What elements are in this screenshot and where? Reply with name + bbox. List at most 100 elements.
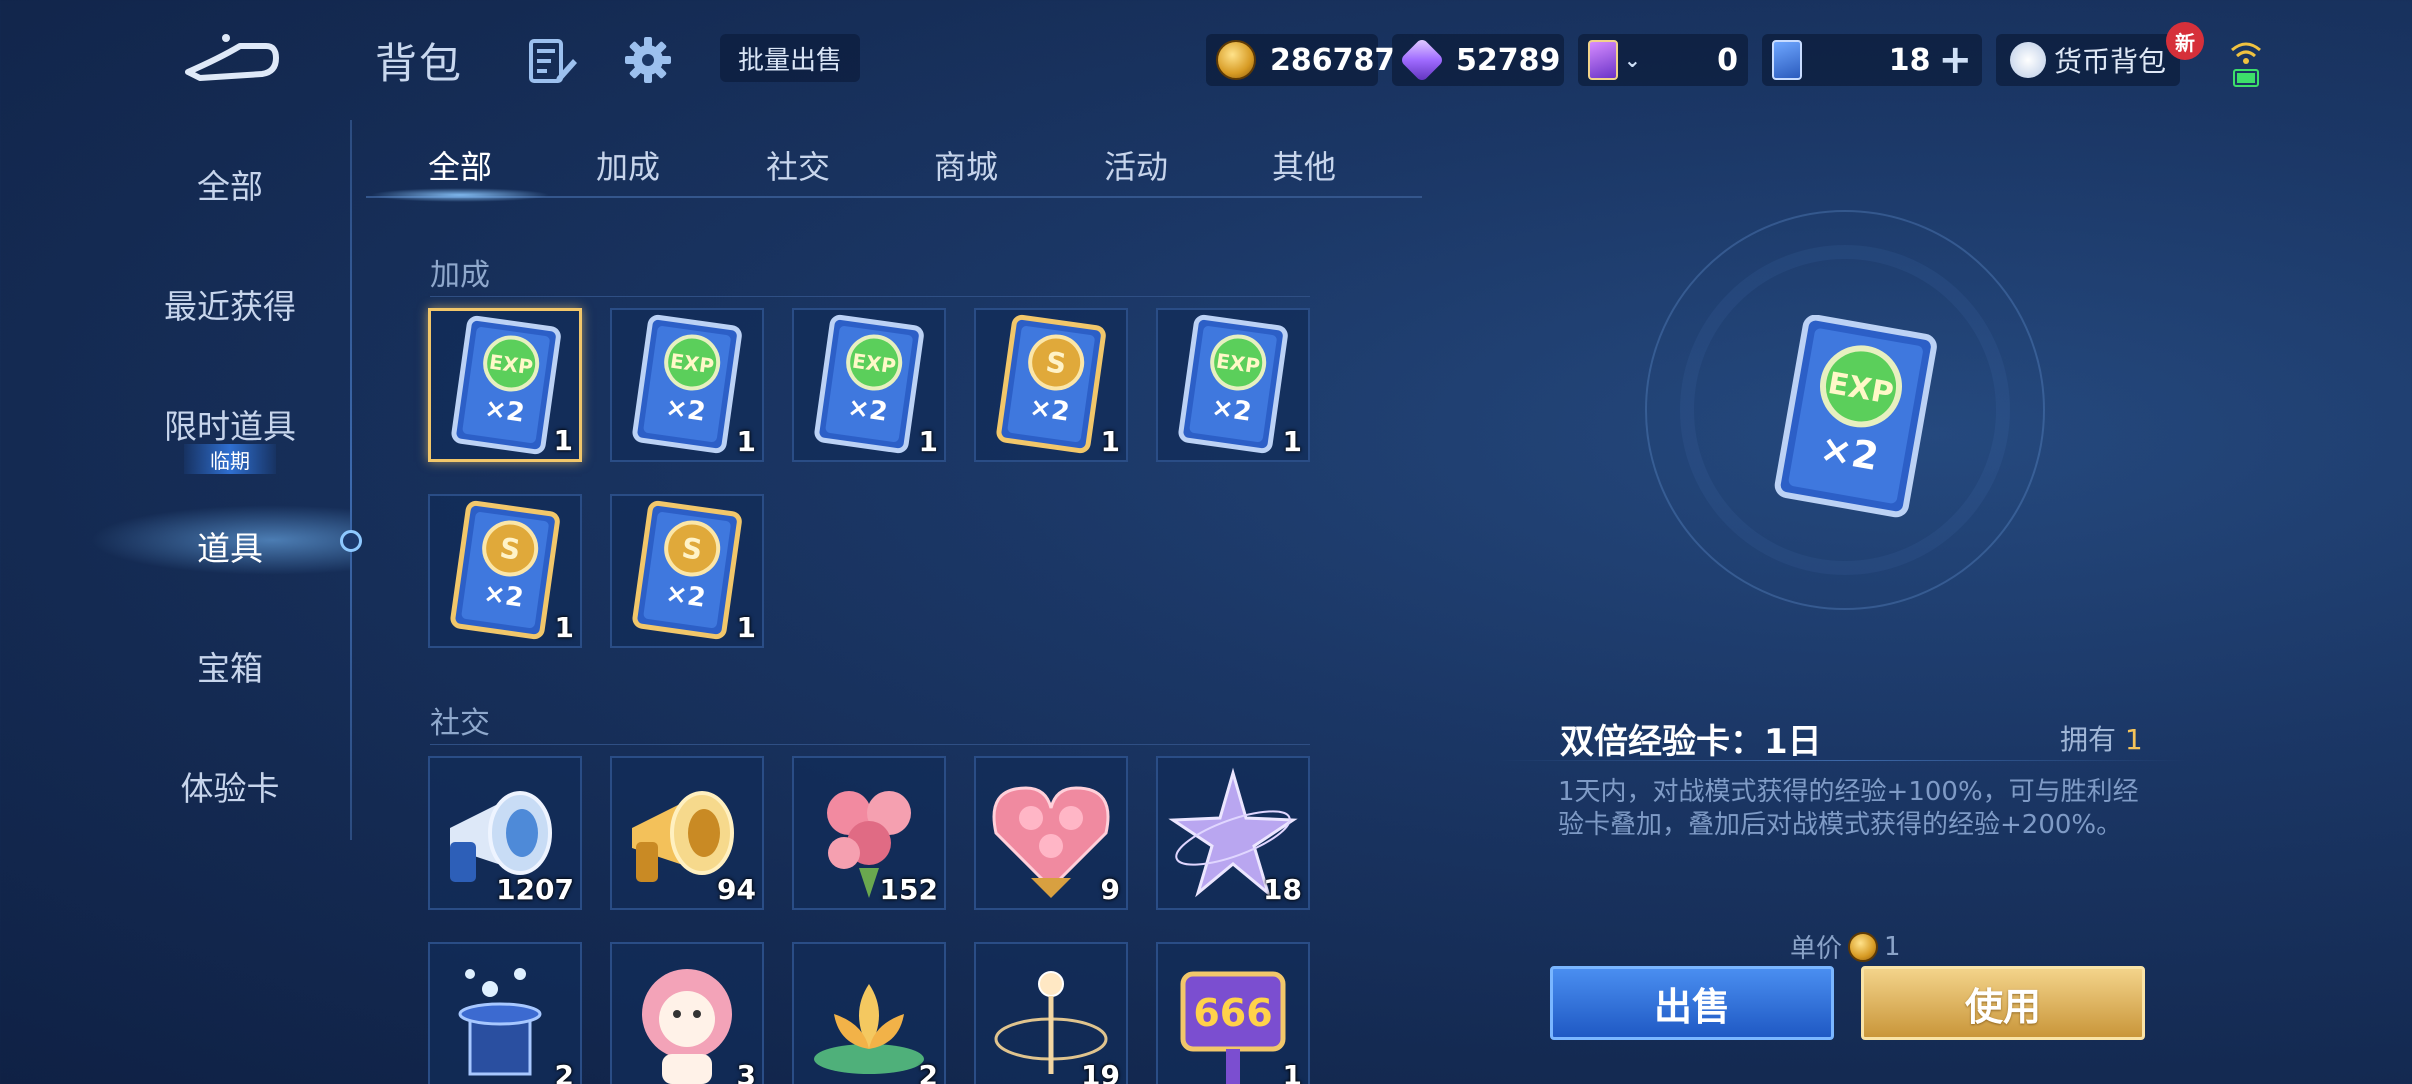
diamond-amount: 52789: [1456, 42, 1561, 78]
gear-icon: [625, 37, 671, 83]
owned-value: 1: [2124, 723, 2143, 756]
boost-item-slot[interactable]: EXP ×2 1: [610, 308, 764, 462]
edit-list-button[interactable]: [522, 32, 582, 92]
social-item-slot[interactable]: 19: [974, 942, 1128, 1084]
detail-divider: [1496, 760, 2186, 761]
wifi-battery-icon: [2231, 42, 2261, 87]
item-count: 1207: [496, 873, 574, 906]
page-title: 背包: [375, 39, 464, 88]
item-count: 2: [554, 1059, 574, 1084]
gold-currency: 286787: [1206, 34, 1395, 86]
social-item-slot[interactable]: 666 1: [1156, 942, 1310, 1084]
item-count: 1: [1282, 1059, 1302, 1084]
owned-label: 拥有: [2060, 723, 2117, 756]
item-count: 1: [1282, 425, 1302, 458]
item-count: 19: [1081, 1059, 1120, 1084]
chevron-down-icon: ⌄: [1624, 48, 1641, 72]
item-count: 1: [554, 611, 574, 644]
social-item-slot[interactable]: 18: [1156, 756, 1310, 910]
detail-item-preview: EXP ×2: [1750, 314, 1950, 529]
tab-active-indicator: [370, 188, 550, 202]
boost-item-slot[interactable]: S ×2 1: [974, 308, 1128, 462]
sidebar-item-trial-card[interactable]: 体验卡: [130, 762, 330, 810]
card-b-currency[interactable]: 18 +: [1762, 34, 1982, 86]
money-bag-icon: [2010, 42, 2046, 78]
tab-all[interactable]: 全部: [428, 142, 492, 188]
social-item-slot[interactable]: 9: [974, 756, 1128, 910]
back-arrow-icon: [185, 34, 279, 81]
tab-social[interactable]: 社交: [766, 142, 830, 188]
diamond-currency: 52789: [1392, 34, 1564, 86]
section-title-social: 社交: [430, 706, 490, 741]
owned-count: 拥有 1: [2060, 718, 2143, 758]
exp-card-icon: EXP ×2: [1774, 314, 1937, 518]
card-b-amount: 18: [1888, 42, 1931, 78]
price-value: 1: [1884, 931, 1901, 962]
social-item-slot[interactable]: 2: [428, 942, 582, 1084]
batch-sell-button[interactable]: 批量出售: [720, 34, 861, 82]
tab-boost[interactable]: 加成: [596, 142, 660, 188]
sidebar-item-all[interactable]: 全部: [130, 160, 330, 208]
item-count: 152: [879, 873, 938, 906]
blue-card-icon: [1772, 40, 1802, 80]
section-divider: [430, 744, 1310, 745]
card-a-currency[interactable]: ⌄ 0: [1578, 34, 1748, 86]
boost-item-slot[interactable]: EXP ×2 1: [428, 308, 582, 462]
item-count: 9: [1100, 873, 1120, 906]
social-item-slot[interactable]: 1207: [428, 756, 582, 910]
currency-bag-button[interactable]: 货币背包: [1996, 34, 2181, 86]
sidebar-item-props[interactable]: 道具: [130, 522, 330, 570]
social-item-slot[interactable]: 3: [610, 942, 764, 1084]
gold-coin-icon: [1216, 40, 1256, 80]
item-count: 1: [918, 425, 938, 458]
social-item-slot[interactable]: 152: [792, 756, 946, 910]
section-title-boost: 加成: [430, 258, 490, 293]
detail-description: 1天内，对战模式获得的经验+100%，可与胜利经验卡叠加，叠加后对战模式获得的经…: [1558, 777, 2139, 840]
tab-shop[interactable]: 商城: [934, 142, 998, 188]
sidebar-divider: [350, 120, 352, 840]
svg-text:×2: ×2: [1210, 392, 1254, 427]
sell-button[interactable]: 出售: [1550, 966, 1834, 1040]
sidebar-item-chest[interactable]: 宝箱: [130, 642, 330, 690]
section-divider: [430, 296, 1310, 297]
item-count: 94: [717, 873, 756, 906]
currency-bag-label: 货币背包: [2054, 45, 2167, 78]
boost-item-slot[interactable]: EXP ×2 1: [1156, 308, 1310, 462]
sidebar-item-limited[interactable]: 限时道具: [130, 400, 330, 448]
gold-coin-icon: [1848, 931, 1879, 962]
svg-text:666: 666: [1193, 991, 1272, 1035]
detail-title: 双倍经验卡：1日: [1560, 722, 1822, 762]
boost-item-slot[interactable]: S ×2 1: [428, 494, 582, 648]
svg-text:×2: ×2: [482, 578, 526, 613]
tab-other[interactable]: 其他: [1272, 142, 1336, 188]
boost-item-slot[interactable]: EXP ×2 1: [792, 308, 946, 462]
item-count: 1: [736, 611, 756, 644]
sidebar-active-dot: [340, 530, 362, 552]
svg-text:×2: ×2: [664, 578, 708, 613]
sidebar-item-recent[interactable]: 最近获得: [130, 280, 330, 328]
svg-text:×2: ×2: [1028, 392, 1072, 427]
social-item-slot[interactable]: 2: [792, 942, 946, 1084]
back-button[interactable]: [180, 28, 280, 88]
diamond-icon: [1399, 37, 1445, 83]
tab-event[interactable]: 活动: [1104, 142, 1168, 188]
item-count: 3: [736, 1059, 756, 1084]
social-item-slot[interactable]: 94: [610, 756, 764, 910]
settings-button[interactable]: [618, 30, 678, 90]
expire-badge: 临期: [184, 444, 276, 474]
purple-card-icon: [1588, 40, 1618, 80]
price-label: 单价: [1790, 934, 1843, 964]
item-count: 18: [1263, 873, 1302, 906]
card-a-amount: 0: [1717, 42, 1738, 78]
use-button[interactable]: 使用: [1861, 966, 2145, 1040]
svg-text:×2: ×2: [664, 392, 708, 427]
new-badge: 新: [2166, 22, 2204, 60]
svg-text:×2: ×2: [846, 392, 890, 427]
item-count: 2: [918, 1059, 938, 1084]
boost-item-slot[interactable]: S ×2 1: [610, 494, 764, 648]
plus-icon[interactable]: +: [1938, 37, 1972, 83]
item-count: 1: [553, 424, 573, 457]
edit-list-icon: [529, 39, 577, 83]
unit-price: 单价 1: [1790, 928, 1901, 965]
item-count: 1: [1100, 425, 1120, 458]
